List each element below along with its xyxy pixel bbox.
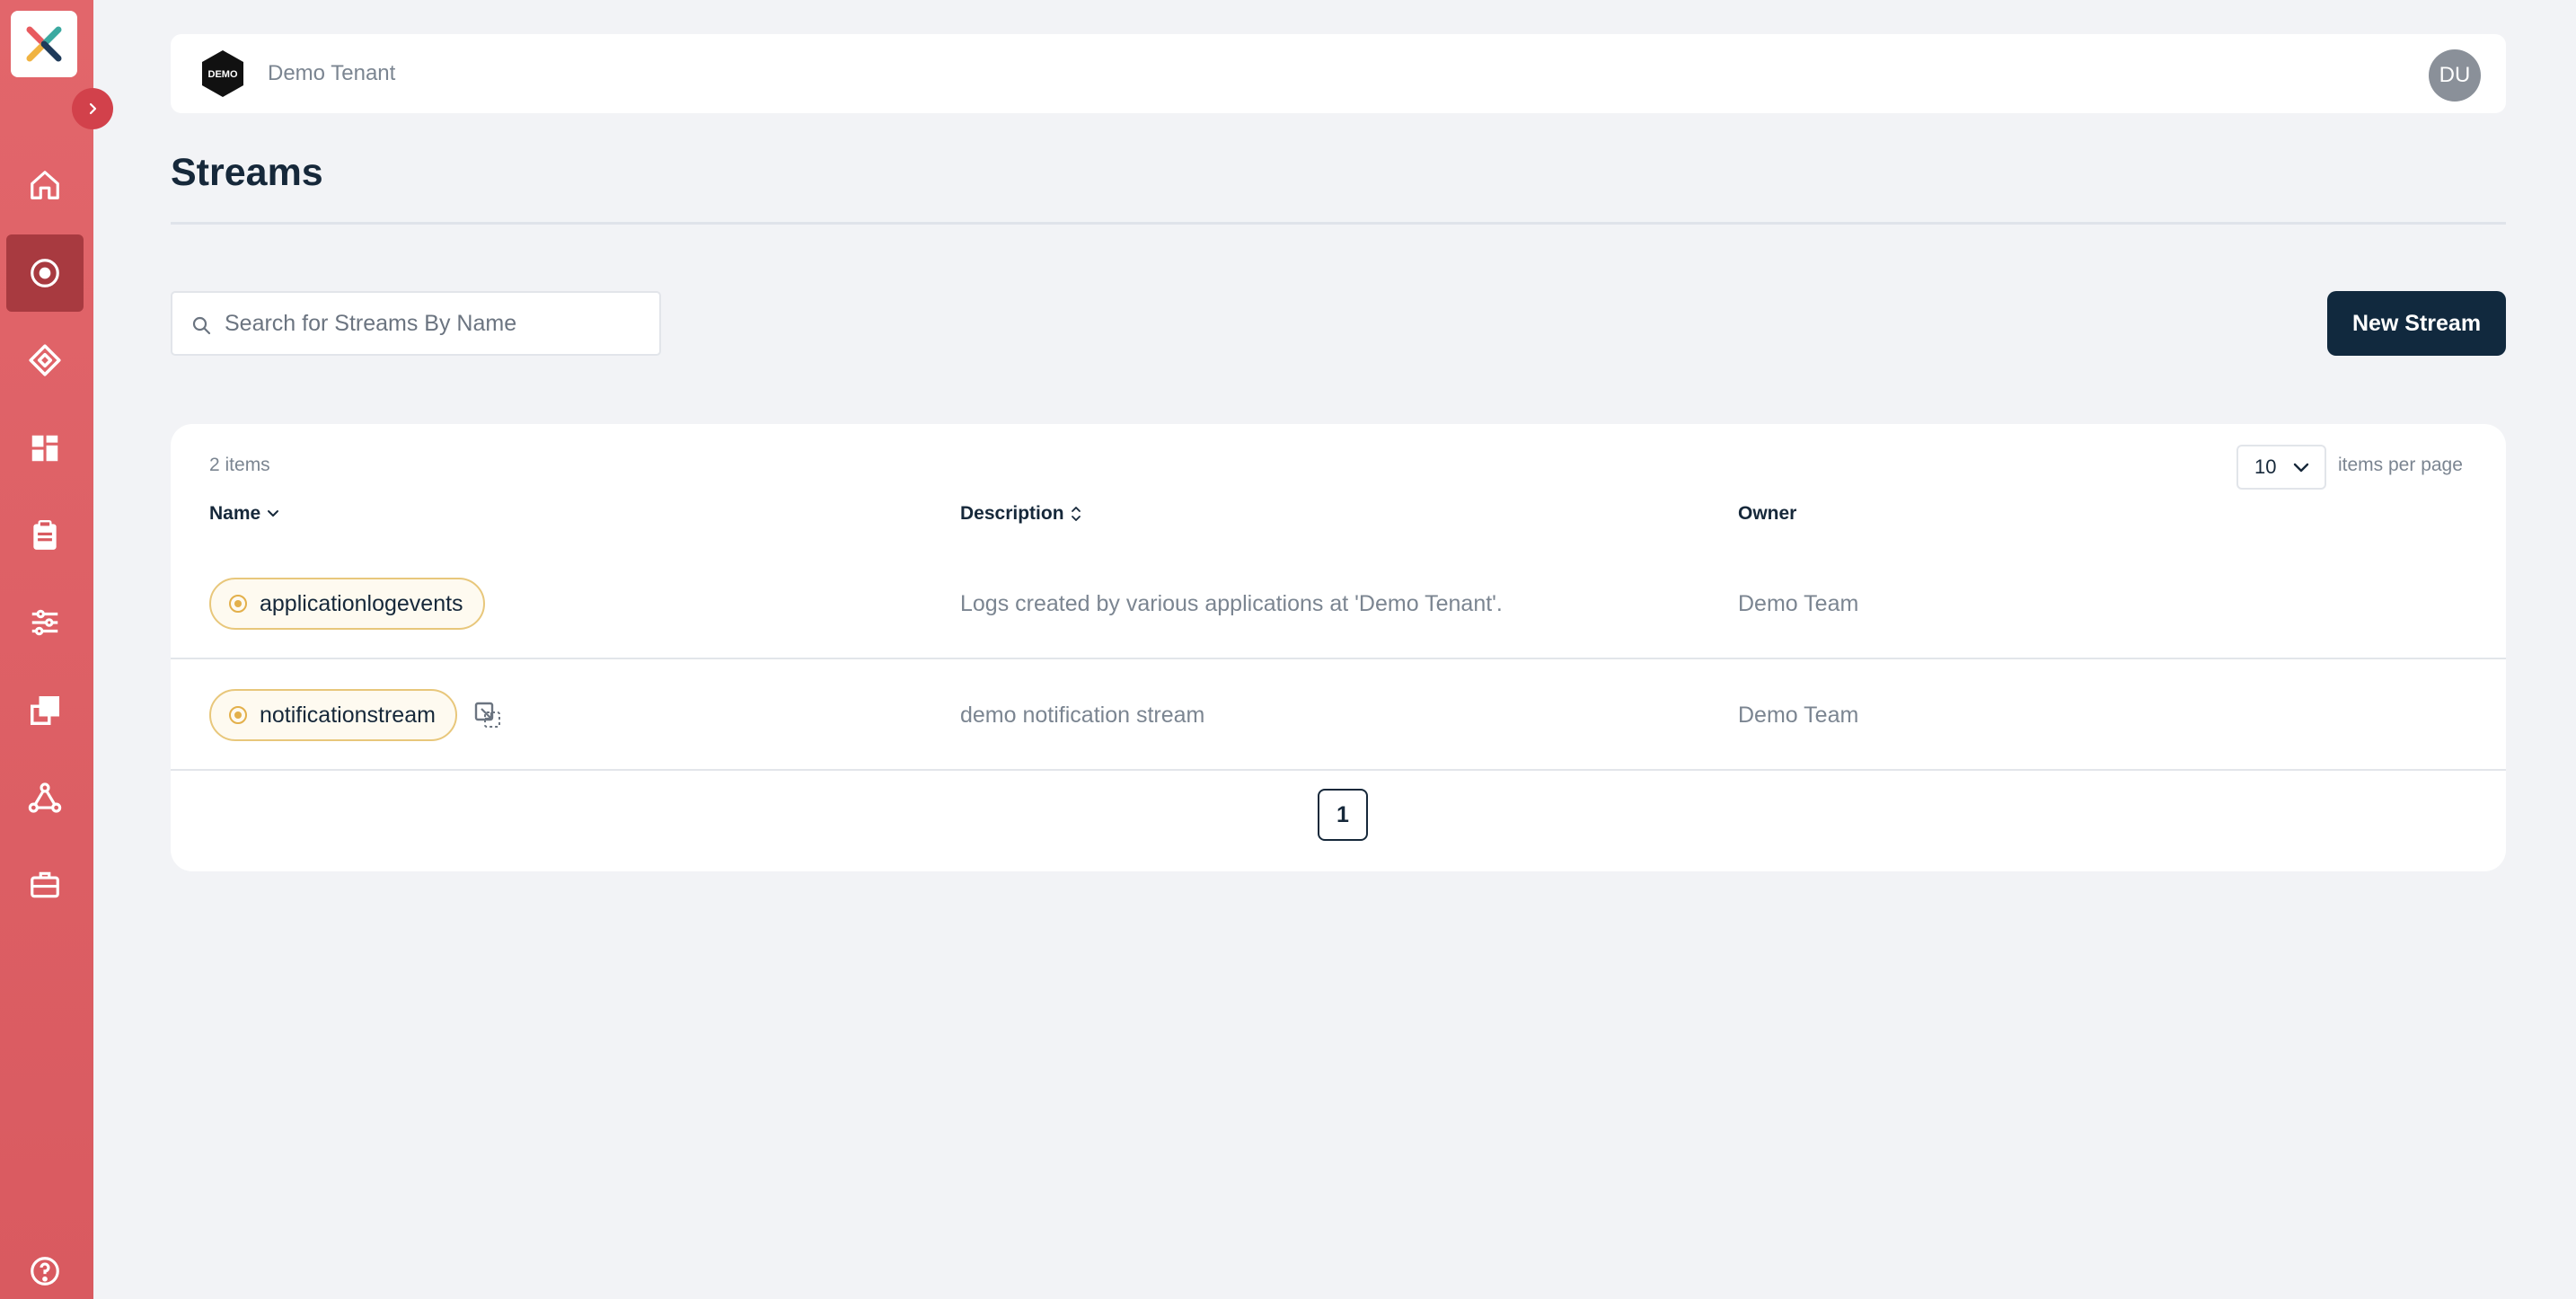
title-divider xyxy=(171,222,2506,225)
linked-stream-icon[interactable] xyxy=(473,701,502,729)
stream-name-chip[interactable]: applicationlogevents xyxy=(209,578,485,630)
stream-name: notificationstream xyxy=(260,702,436,728)
sidebar-item-network[interactable] xyxy=(6,759,84,836)
sidebar-item-streams[interactable] xyxy=(6,234,84,312)
clipboard-icon xyxy=(33,519,57,550)
top-bar: DEMO Demo Tenant DU xyxy=(171,34,2506,113)
table-row: notificationstream demo notification str… xyxy=(171,661,2506,771)
sort-desc-icon xyxy=(268,510,279,517)
app-logo-icon xyxy=(26,26,62,62)
network-icon xyxy=(28,782,62,813)
sidebar-expand-button[interactable] xyxy=(72,88,113,129)
streams-table: 2 items 10 items per page Name Descripti… xyxy=(171,424,2506,871)
stream-description: demo notification stream xyxy=(960,703,1205,728)
chevron-down-icon xyxy=(2293,463,2309,473)
sidebar-item-toolbox[interactable] xyxy=(6,846,84,923)
sort-icon xyxy=(1071,507,1081,521)
sidebar-item-help[interactable] xyxy=(6,1233,84,1299)
toolbox-icon xyxy=(31,871,59,898)
sidebar-item-home[interactable] xyxy=(6,146,84,224)
stream-icon xyxy=(229,595,247,613)
sidebar xyxy=(0,0,93,1299)
pagination-page-button[interactable]: 1 xyxy=(1318,789,1368,841)
stream-name: applicationlogevents xyxy=(260,590,463,616)
items-per-page-label: items per page xyxy=(2338,455,2463,475)
stream-owner: Demo Team xyxy=(1738,703,1859,728)
search-box[interactable] xyxy=(171,291,661,356)
items-per-page-value: 10 xyxy=(2254,455,2277,478)
tenant-name[interactable]: Demo Tenant xyxy=(268,34,395,113)
column-header-owner: Owner xyxy=(1738,503,1796,525)
search-icon xyxy=(192,316,211,335)
stream-owner: Demo Team xyxy=(1738,591,1859,616)
sidebar-item-diamond[interactable] xyxy=(6,322,84,399)
sidebar-item-clipboard[interactable] xyxy=(6,497,84,574)
table-row: applicationlogevents Logs created by var… xyxy=(171,550,2506,659)
page-title: Streams xyxy=(171,151,323,194)
column-header-name-label: Name xyxy=(209,503,261,524)
tenant-logo-text: DEMO xyxy=(208,69,238,80)
sliders-icon xyxy=(31,609,58,636)
items-per-page-select[interactable]: 10 xyxy=(2236,445,2326,490)
tenant-logo[interactable]: DEMO xyxy=(198,49,248,99)
stream-name-chip[interactable]: notificationstream xyxy=(209,689,457,741)
app-logo[interactable] xyxy=(11,11,77,77)
items-count: 2 items xyxy=(209,455,270,475)
stream-icon xyxy=(229,706,247,724)
dashboard-icon xyxy=(31,435,58,462)
copy-icon xyxy=(31,696,59,725)
new-stream-button[interactable]: New Stream xyxy=(2327,291,2506,356)
app-root: DEMO Demo Tenant DU Streams New Stream 2… xyxy=(0,0,2576,1299)
column-header-name[interactable]: Name xyxy=(209,503,280,525)
stream-icon xyxy=(31,259,59,287)
column-header-description-label: Description xyxy=(960,503,1064,524)
help-icon xyxy=(31,1257,59,1286)
stream-description: Logs created by various applications at … xyxy=(960,591,1503,616)
column-header-description[interactable]: Description xyxy=(960,503,1082,525)
search-input[interactable] xyxy=(225,293,647,354)
chevron-right-icon xyxy=(89,102,97,115)
diamond-icon xyxy=(29,344,61,376)
user-avatar[interactable]: DU xyxy=(2429,49,2481,102)
column-header-owner-label: Owner xyxy=(1738,503,1797,524)
sidebar-item-dashboard[interactable] xyxy=(6,410,84,487)
home-icon xyxy=(31,171,59,199)
sidebar-item-copy[interactable] xyxy=(6,672,84,749)
sidebar-item-settings[interactable] xyxy=(6,584,84,661)
